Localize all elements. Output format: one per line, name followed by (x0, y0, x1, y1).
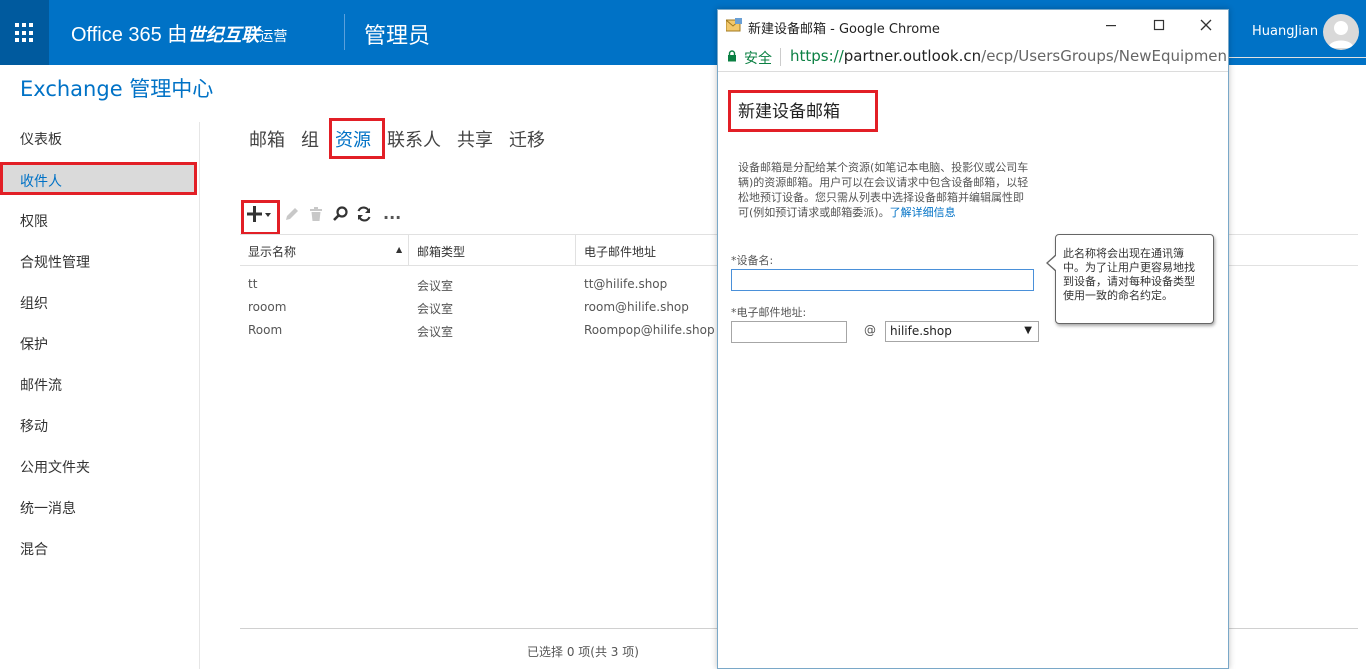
app-launcher-button[interactable] (0, 0, 49, 65)
minimize-icon (1106, 25, 1116, 27)
refresh-button[interactable] (355, 205, 373, 227)
more-options-button[interactable]: ... (383, 204, 401, 223)
delete-icon (310, 207, 322, 221)
tab-groups[interactable]: 组 (301, 126, 319, 152)
address-bar[interactable]: 安全 https://partner.outlook.cn/ecp/UsersG… (718, 42, 1228, 72)
column-header-display-name[interactable]: 显示名称 (248, 243, 296, 260)
close-button[interactable] (1191, 14, 1221, 38)
learn-more-link[interactable]: 了解详细信息 (890, 206, 956, 219)
nav-item-public-folders[interactable]: 公用文件夹 (20, 457, 90, 477)
nav-item-hybrid[interactable]: 混合 (20, 539, 48, 559)
search-icon (333, 206, 348, 221)
domain-selected-value: hilife.shop (890, 324, 952, 338)
selection-status: 已选择 0 项(共 3 项) (527, 645, 639, 659)
tab-migration[interactable]: 迁移 (509, 126, 545, 152)
brand-suffix: 运营 (259, 28, 288, 44)
close-icon (1200, 19, 1212, 31)
edit-icon (286, 208, 298, 220)
dropdown-arrow-icon: ▼ (1024, 325, 1032, 336)
nav-item-recipients[interactable]: 收件人 (0, 162, 197, 195)
maximize-button[interactable] (1144, 14, 1174, 38)
add-button-highlight (241, 200, 280, 235)
nav-divider (199, 122, 200, 669)
search-button[interactable] (332, 205, 350, 227)
cell-display-name: tt (248, 277, 258, 291)
cell-email: Roompop@hilife.shop (584, 323, 715, 337)
description-text: 设备邮箱是分配给某个资源(如笔记本电脑、投影仪或公司车辆)的资源邮箱。用户可以在… (738, 161, 1029, 219)
tab-contacts[interactable]: 联系人 (387, 126, 441, 152)
email-alias-input[interactable] (731, 321, 847, 343)
nav-item-compliance[interactable]: 合规性管理 (20, 252, 90, 272)
cell-mailbox-type: 会议室 (417, 302, 454, 316)
mailbox-app-icon (726, 18, 742, 32)
url-text[interactable]: https://partner.outlook.cn/ecp/UsersGrou… (790, 47, 1226, 65)
cell-mailbox-type: 会议室 (417, 279, 454, 293)
column-header-mailbox-type[interactable]: 邮箱类型 (417, 243, 465, 260)
nav-item-permissions[interactable]: 权限 (20, 211, 48, 231)
nav-item-protection[interactable]: 保护 (20, 334, 48, 354)
brand-main: Office 365 由 (71, 24, 188, 46)
nav-item-unified-messaging[interactable]: 统一消息 (20, 498, 76, 518)
brand-company: 世纪互联 (187, 25, 260, 45)
table-row[interactable]: Room 会议室 Roompop@hilife.shop (240, 320, 715, 342)
table-row[interactable]: rooom 会议室 room@hilife.shop (240, 297, 710, 319)
cell-mailbox-type: 会议室 (417, 325, 454, 339)
column-separator (408, 235, 409, 265)
table-row[interactable]: tt 会议室 tt@hilife.shop (240, 274, 710, 296)
at-sign: @ (864, 323, 876, 337)
cell-email: room@hilife.shop (584, 300, 689, 314)
device-name-label: *设备名: (731, 254, 774, 267)
sort-ascending-icon: ▲ (396, 245, 403, 254)
refresh-icon (357, 206, 371, 222)
nav-item-organization[interactable]: 组织 (20, 293, 48, 313)
new-equipment-mailbox-window: 新建设备邮箱 - Google Chrome 安全 https://partne… (717, 9, 1229, 669)
device-name-input[interactable] (731, 269, 1034, 291)
edit-button[interactable] (283, 205, 301, 227)
header-divider (344, 14, 345, 50)
avatar[interactable] (1323, 14, 1359, 50)
lock-icon (728, 50, 736, 62)
address-separator (780, 48, 781, 66)
nav-item-dashboard[interactable]: 仪表板 (20, 129, 62, 149)
tooltip-pointer-inner (1048, 255, 1057, 271)
dialog-title-highlight (728, 90, 878, 132)
role-title[interactable]: 管理员 (364, 18, 430, 50)
column-header-email[interactable]: 电子邮件地址 (584, 243, 656, 260)
window-titlebar[interactable]: 新建设备邮箱 - Google Chrome (718, 10, 1228, 42)
page-title: Exchange 管理中心 (20, 77, 214, 101)
user-avatar-icon (1328, 21, 1354, 48)
office-brand[interactable]: Office 365 由世纪互联运营 (71, 18, 287, 47)
tab-mailboxes[interactable]: 邮箱 (249, 126, 285, 152)
delete-button[interactable] (307, 205, 325, 227)
url-path: /ecp/UsersGroups/NewEquipmentMaill (981, 47, 1226, 65)
url-scheme: https:// (790, 47, 844, 65)
waffle-icon (15, 23, 35, 43)
cell-display-name: Room (248, 323, 283, 337)
cell-display-name: rooom (248, 300, 287, 314)
nav-item-mobile[interactable]: 移动 (20, 416, 48, 436)
tab-shared[interactable]: 共享 (457, 126, 493, 152)
dialog-description: 设备邮箱是分配给某个资源(如笔记本电脑、投影仪或公司车辆)的资源邮箱。用户可以在… (738, 160, 1034, 220)
secure-label: 安全 (744, 51, 772, 67)
domain-select[interactable]: hilife.shop ▼ (885, 321, 1039, 342)
window-title: 新建设备邮箱 - Google Chrome (748, 22, 940, 37)
cell-email: tt@hilife.shop (584, 277, 668, 291)
tab-highlight-box (329, 118, 385, 159)
nav-item-mail-flow[interactable]: 邮件流 (20, 375, 62, 395)
user-name[interactable]: HuangJian (1252, 24, 1318, 39)
column-separator (575, 235, 576, 265)
minimize-button[interactable] (1096, 14, 1126, 38)
url-host: partner.outlook.cn (843, 47, 982, 65)
email-address-label: *电子邮件地址: (731, 306, 807, 319)
maximize-icon (1153, 19, 1165, 31)
header-underline (1229, 57, 1366, 58)
field-help-tooltip: 此名称将会出现在通讯簿中。为了让用户更容易地找到设备，请对每种设备类型使用一致的… (1055, 234, 1214, 324)
